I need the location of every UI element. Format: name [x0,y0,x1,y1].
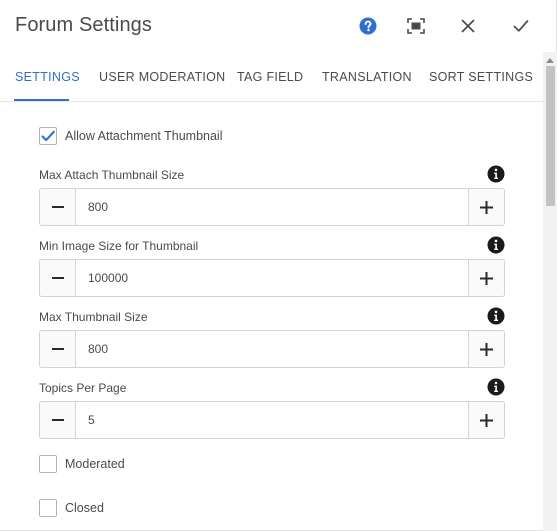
help-button[interactable] [354,12,382,40]
min-image-size-stepper [39,259,505,297]
info-icon[interactable] [487,165,505,183]
increment-button[interactable] [468,331,504,367]
checkbox-label: Moderated [65,457,125,471]
plus-icon [480,342,493,356]
plus-icon [480,200,493,214]
checkbox-label: Closed [65,501,104,515]
tab-sort-settings[interactable]: SORT SETTINGS [429,52,533,102]
min-image-size-label: Min Image Size for Thumbnail [39,239,199,253]
max-attach-thumbnail-size-input[interactable] [77,189,467,225]
topics-per-page-stepper [39,401,505,439]
active-tab-indicator [14,99,69,101]
increment-button[interactable] [468,402,504,438]
checkbox-box[interactable] [39,499,57,517]
scroll-up-button[interactable] [543,54,557,66]
tab-translation[interactable]: TRANSLATION [322,52,412,102]
checkmark-icon [41,130,55,142]
dialog-title: Forum Settings [15,14,153,36]
min-image-size-input[interactable] [77,260,467,296]
settings-panel: Allow Attachment Thumbnail Max Attach Th… [0,102,543,531]
fullscreen-icon [407,18,425,34]
done-button[interactable] [507,12,535,40]
max-attach-thumbnail-size-label: Max Attach Thumbnail Size [39,168,185,182]
info-icon[interactable] [487,236,505,254]
chevron-up-icon [546,57,554,63]
increment-button[interactable] [468,260,504,296]
minus-icon [51,206,64,208]
decrement-button[interactable] [40,260,76,296]
help-icon [359,17,377,35]
close-button[interactable] [454,12,482,40]
minus-icon [51,348,64,350]
moderated-checkbox[interactable]: Moderated [39,454,125,474]
checkbox-box[interactable] [39,127,57,145]
plus-icon [480,413,493,427]
forum-settings-dialog: Forum Settings SETTINGS USER MODERATION … [0,0,557,531]
tab-tag-field[interactable]: TAG FIELD [237,52,303,102]
max-thumbnail-size-stepper [39,330,505,368]
closed-checkbox[interactable]: Closed [39,498,104,518]
increment-button[interactable] [468,189,504,225]
checkbox-label: Allow Attachment Thumbnail [65,129,223,143]
tab-bar: SETTINGS USER MODERATION TAG FIELD TRANS… [0,52,557,102]
tab-user-moderation[interactable]: USER MODERATION [99,52,226,102]
info-icon[interactable] [487,378,505,396]
tab-settings[interactable]: SETTINGS [15,52,80,102]
info-icon[interactable] [487,307,505,325]
max-thumbnail-size-input[interactable] [77,331,467,367]
decrement-button[interactable] [40,402,76,438]
scrollbar[interactable] [543,52,557,531]
decrement-button[interactable] [40,189,76,225]
max-attach-thumbnail-size-stepper [39,188,505,226]
fullscreen-button[interactable] [402,12,430,40]
minus-icon [51,419,64,421]
scrollbar-thumb[interactable] [546,66,555,206]
max-thumbnail-size-label: Max Thumbnail Size [39,310,148,324]
checkbox-box[interactable] [39,455,57,473]
topics-per-page-label: Topics Per Page [39,381,127,395]
close-icon [461,19,475,33]
plus-icon [480,271,493,285]
allow-attachment-thumbnail-checkbox[interactable]: Allow Attachment Thumbnail [39,126,223,146]
check-icon [513,20,529,32]
decrement-button[interactable] [40,331,76,367]
dialog-header: Forum Settings [0,0,557,52]
topics-per-page-input[interactable] [77,402,467,438]
minus-icon [51,277,64,279]
